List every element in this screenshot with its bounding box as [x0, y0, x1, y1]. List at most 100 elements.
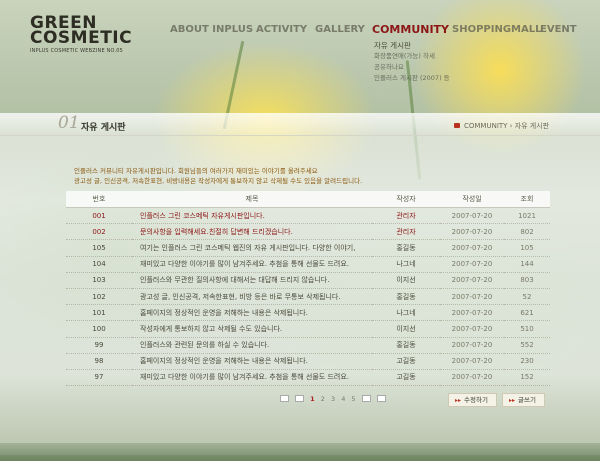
header-date: 작성일: [440, 191, 504, 208]
row-title-link[interactable]: 인플러스와 무관한 질의사항에 대해서는 대답해 드리지 않습니다.: [132, 272, 372, 289]
table-row[interactable]: 99 인플러스와 관련된 문의를 하실 수 있습니다. 홍길동 2007-07-20 5…: [66, 337, 550, 354]
last-page-button[interactable]: [376, 395, 386, 402]
nav-gallery[interactable]: GALLERY: [315, 24, 365, 35]
row-number: 99: [66, 337, 132, 354]
table-row[interactable]: 98 홈페이지의 정상적인 운영을 저해하는 내용은 삭제됩니다. 고길동 2007-…: [66, 353, 550, 370]
row-author: 나그네: [372, 256, 440, 273]
nav-community[interactable]: COMMUNITY: [372, 23, 449, 36]
table-row[interactable]: 97 재미있고 다양한 이야기를 많이 남겨주세요. 추첨을 통해 선물도 드려요…: [66, 369, 550, 387]
row-date: 2007-07-20: [440, 304, 504, 322]
row-date: 2007-07-20: [440, 337, 504, 354]
row-title-link[interactable]: 작성자에게 통보하지 않고 삭제될 수도 있습니다.: [132, 320, 372, 338]
nav-shoppingmall[interactable]: SHOPPINGMALL: [452, 24, 541, 35]
row-number: 002: [66, 223, 132, 241]
row-date: 2007-07-20: [440, 256, 504, 273]
row-number: 102: [66, 288, 132, 306]
next-page-button[interactable]: [361, 395, 371, 402]
row-number: 97: [66, 369, 132, 387]
row-title-link[interactable]: 인플러스와 관련된 문의를 하실 수 있습니다.: [132, 337, 372, 354]
row-number: 98: [66, 353, 132, 370]
row-title-link[interactable]: 재미있고 다양한 이야기를 많이 남겨주세요. 추첨을 통해 선물도 드려요.: [132, 369, 372, 387]
table-row[interactable]: 102 광고성 글, 인신공격, 저속한표현, 비방 등은 바로 무통보 삭제됩니…: [66, 288, 550, 306]
prev-page-button[interactable]: [295, 395, 305, 402]
table-header-row: 번호 제목 작성자 작성일 조회: [66, 191, 550, 208]
community-submenu: 자유 게시판 화장품연애(가능) 하세 공유하나요 인플러스 게시판 (2007…: [374, 40, 450, 84]
page-link[interactable]: 1: [310, 395, 315, 403]
intro-line: 광고성 글, 인신공격, 저속한표현, 비방내용은 작성자에게 통보하지 않고 …: [74, 177, 363, 185]
row-views: 621: [504, 304, 550, 322]
header-no: 번호: [66, 191, 132, 208]
nav-about-inplus[interactable]: ABOUT INPLUS: [170, 24, 253, 35]
row-title-link[interactable]: 광고성 글, 인신공격, 저속한표현, 비방 등은 바로 무통보 삭제됩니다.: [132, 288, 372, 306]
write-button-label: 글쓰기: [518, 396, 536, 404]
row-date: 2007-07-20: [440, 320, 504, 338]
row-date: 2007-07-20: [440, 223, 504, 241]
row-author: 고길동: [372, 353, 440, 370]
logo-tagline: INPLUS COSMETIC WEBZINE NO.05: [30, 48, 124, 54]
table-row[interactable]: 101 홈페이지의 정상적인 운영을 저해하는 내용은 삭제됩니다. 나그네 2007…: [66, 304, 550, 322]
row-number: 104: [66, 256, 132, 273]
submenu-item[interactable]: 화장품연애(가능) 하세: [374, 51, 450, 62]
nav-activity[interactable]: ACTIVITY: [256, 24, 307, 35]
row-number: 001: [66, 207, 132, 225]
row-date: 2007-07-20: [440, 272, 504, 289]
row-title-link[interactable]: 여기는 인플러스 그린 코스메틱 웹진의 자유 게시판입니다. 다양한 이야기,: [132, 239, 372, 257]
row-author: 고길동: [372, 369, 440, 387]
row-views: 52: [504, 288, 550, 306]
edit-button-label: 수정하기: [464, 396, 488, 404]
breadcrumb-text: COMMUNITY › 자유 게시판: [464, 122, 550, 130]
row-title-link[interactable]: 홈페이지의 정상적인 운영을 저해하는 내용은 삭제됩니다.: [132, 353, 372, 370]
pagination: 1 2 3 4 5: [280, 395, 390, 403]
row-title-link[interactable]: 홈페이지의 정상적인 운영을 저해하는 내용은 삭제됩니다.: [132, 304, 372, 322]
row-author: 홍길동: [372, 337, 440, 354]
row-title-link[interactable]: 재미있고 다양한 이야기를 많이 남겨주세요. 추첨을 통해 선물도 드려요.: [132, 256, 372, 273]
table-row[interactable]: 104 재미있고 다양한 이야기를 많이 남겨주세요. 추첨을 통해 선물도 드려…: [66, 256, 550, 273]
row-number: 103: [66, 272, 132, 289]
row-author: 홍길동: [372, 239, 440, 257]
row-number: 105: [66, 239, 132, 257]
page-link[interactable]: 5: [351, 395, 355, 403]
row-title-link[interactable]: 인플러스 그린 코스메틱 자유게시판입니다.: [132, 207, 372, 225]
arrow-icon: ▸▸: [455, 397, 462, 404]
header-author: 작성자: [372, 191, 440, 208]
home-icon[interactable]: [454, 123, 460, 128]
board-intro: 인플러스 커뮤니티 자유게시판입니다. 회원님들의 여러가지 재미있는 이야기를…: [74, 166, 362, 186]
row-author: 이지선: [372, 320, 440, 338]
header-title: 제목: [132, 191, 372, 208]
row-title-link[interactable]: 문의사항을 입력해세요.친절히 답변해 드리겠습니다.: [132, 223, 372, 241]
nav-event[interactable]: EVENT: [540, 24, 577, 35]
table-row[interactable]: 002 문의사항을 입력해세요.친절히 답변해 드리겠습니다. 관리자 2007-07…: [66, 223, 550, 241]
row-author: 관리자: [372, 207, 440, 225]
header-views: 조회: [504, 191, 550, 208]
row-views: 144: [504, 256, 550, 273]
first-page-button[interactable]: [280, 395, 289, 402]
row-author: 홍길동: [372, 288, 440, 306]
board-table: 번호 제목 작성자 작성일 조회 001 인플러스 그린 코스메틱 자유게시판입니…: [66, 191, 550, 387]
page-link[interactable]: 3: [331, 395, 335, 403]
arrow-icon: ▸▸: [509, 397, 516, 404]
table-row[interactable]: 001 인플러스 그린 코스메틱 자유게시판입니다. 관리자 2007-07-20 10…: [66, 207, 550, 225]
row-author: 관리자: [372, 223, 440, 241]
row-date: 2007-07-20: [440, 353, 504, 370]
breadcrumb: COMMUNITY › 자유 게시판: [454, 121, 549, 131]
row-views: 230: [504, 353, 550, 370]
table-row[interactable]: 103 인플러스와 무관한 질의사항에 대해서는 대답해 드리지 않습니다. 이지선…: [66, 272, 550, 289]
submenu-item[interactable]: 공유하나요: [374, 62, 450, 73]
row-date: 2007-07-20: [440, 369, 504, 387]
page-title: 자유 게시판: [81, 123, 126, 133]
row-date: 2007-07-20: [440, 207, 504, 225]
footer-bar: [0, 443, 600, 461]
page-link[interactable]: 4: [341, 395, 345, 403]
edit-button[interactable]: ▸▸ 수정하기: [448, 393, 497, 407]
write-button[interactable]: ▸▸ 글쓰기: [502, 393, 545, 407]
row-date: 2007-07-20: [440, 239, 504, 257]
table-row[interactable]: 100 작성자에게 통보하지 않고 삭제될 수도 있습니다. 이지선 2007-07-…: [66, 320, 550, 338]
page-link[interactable]: 2: [321, 395, 325, 403]
submenu-item[interactable]: 인플러스 게시판 (2007) 등: [374, 73, 450, 84]
site-logo[interactable]: GREEN COSMETIC INPLUS COSMETIC WEBZINE N…: [30, 15, 132, 55]
submenu-item[interactable]: 자유 게시판: [374, 40, 450, 51]
row-number: 100: [66, 320, 132, 338]
row-views: 152: [504, 369, 550, 387]
row-date: 2007-07-20: [440, 288, 504, 306]
table-row[interactable]: 105 여기는 인플러스 그린 코스메틱 웹진의 자유 게시판입니다. 다양한 이…: [66, 239, 550, 257]
